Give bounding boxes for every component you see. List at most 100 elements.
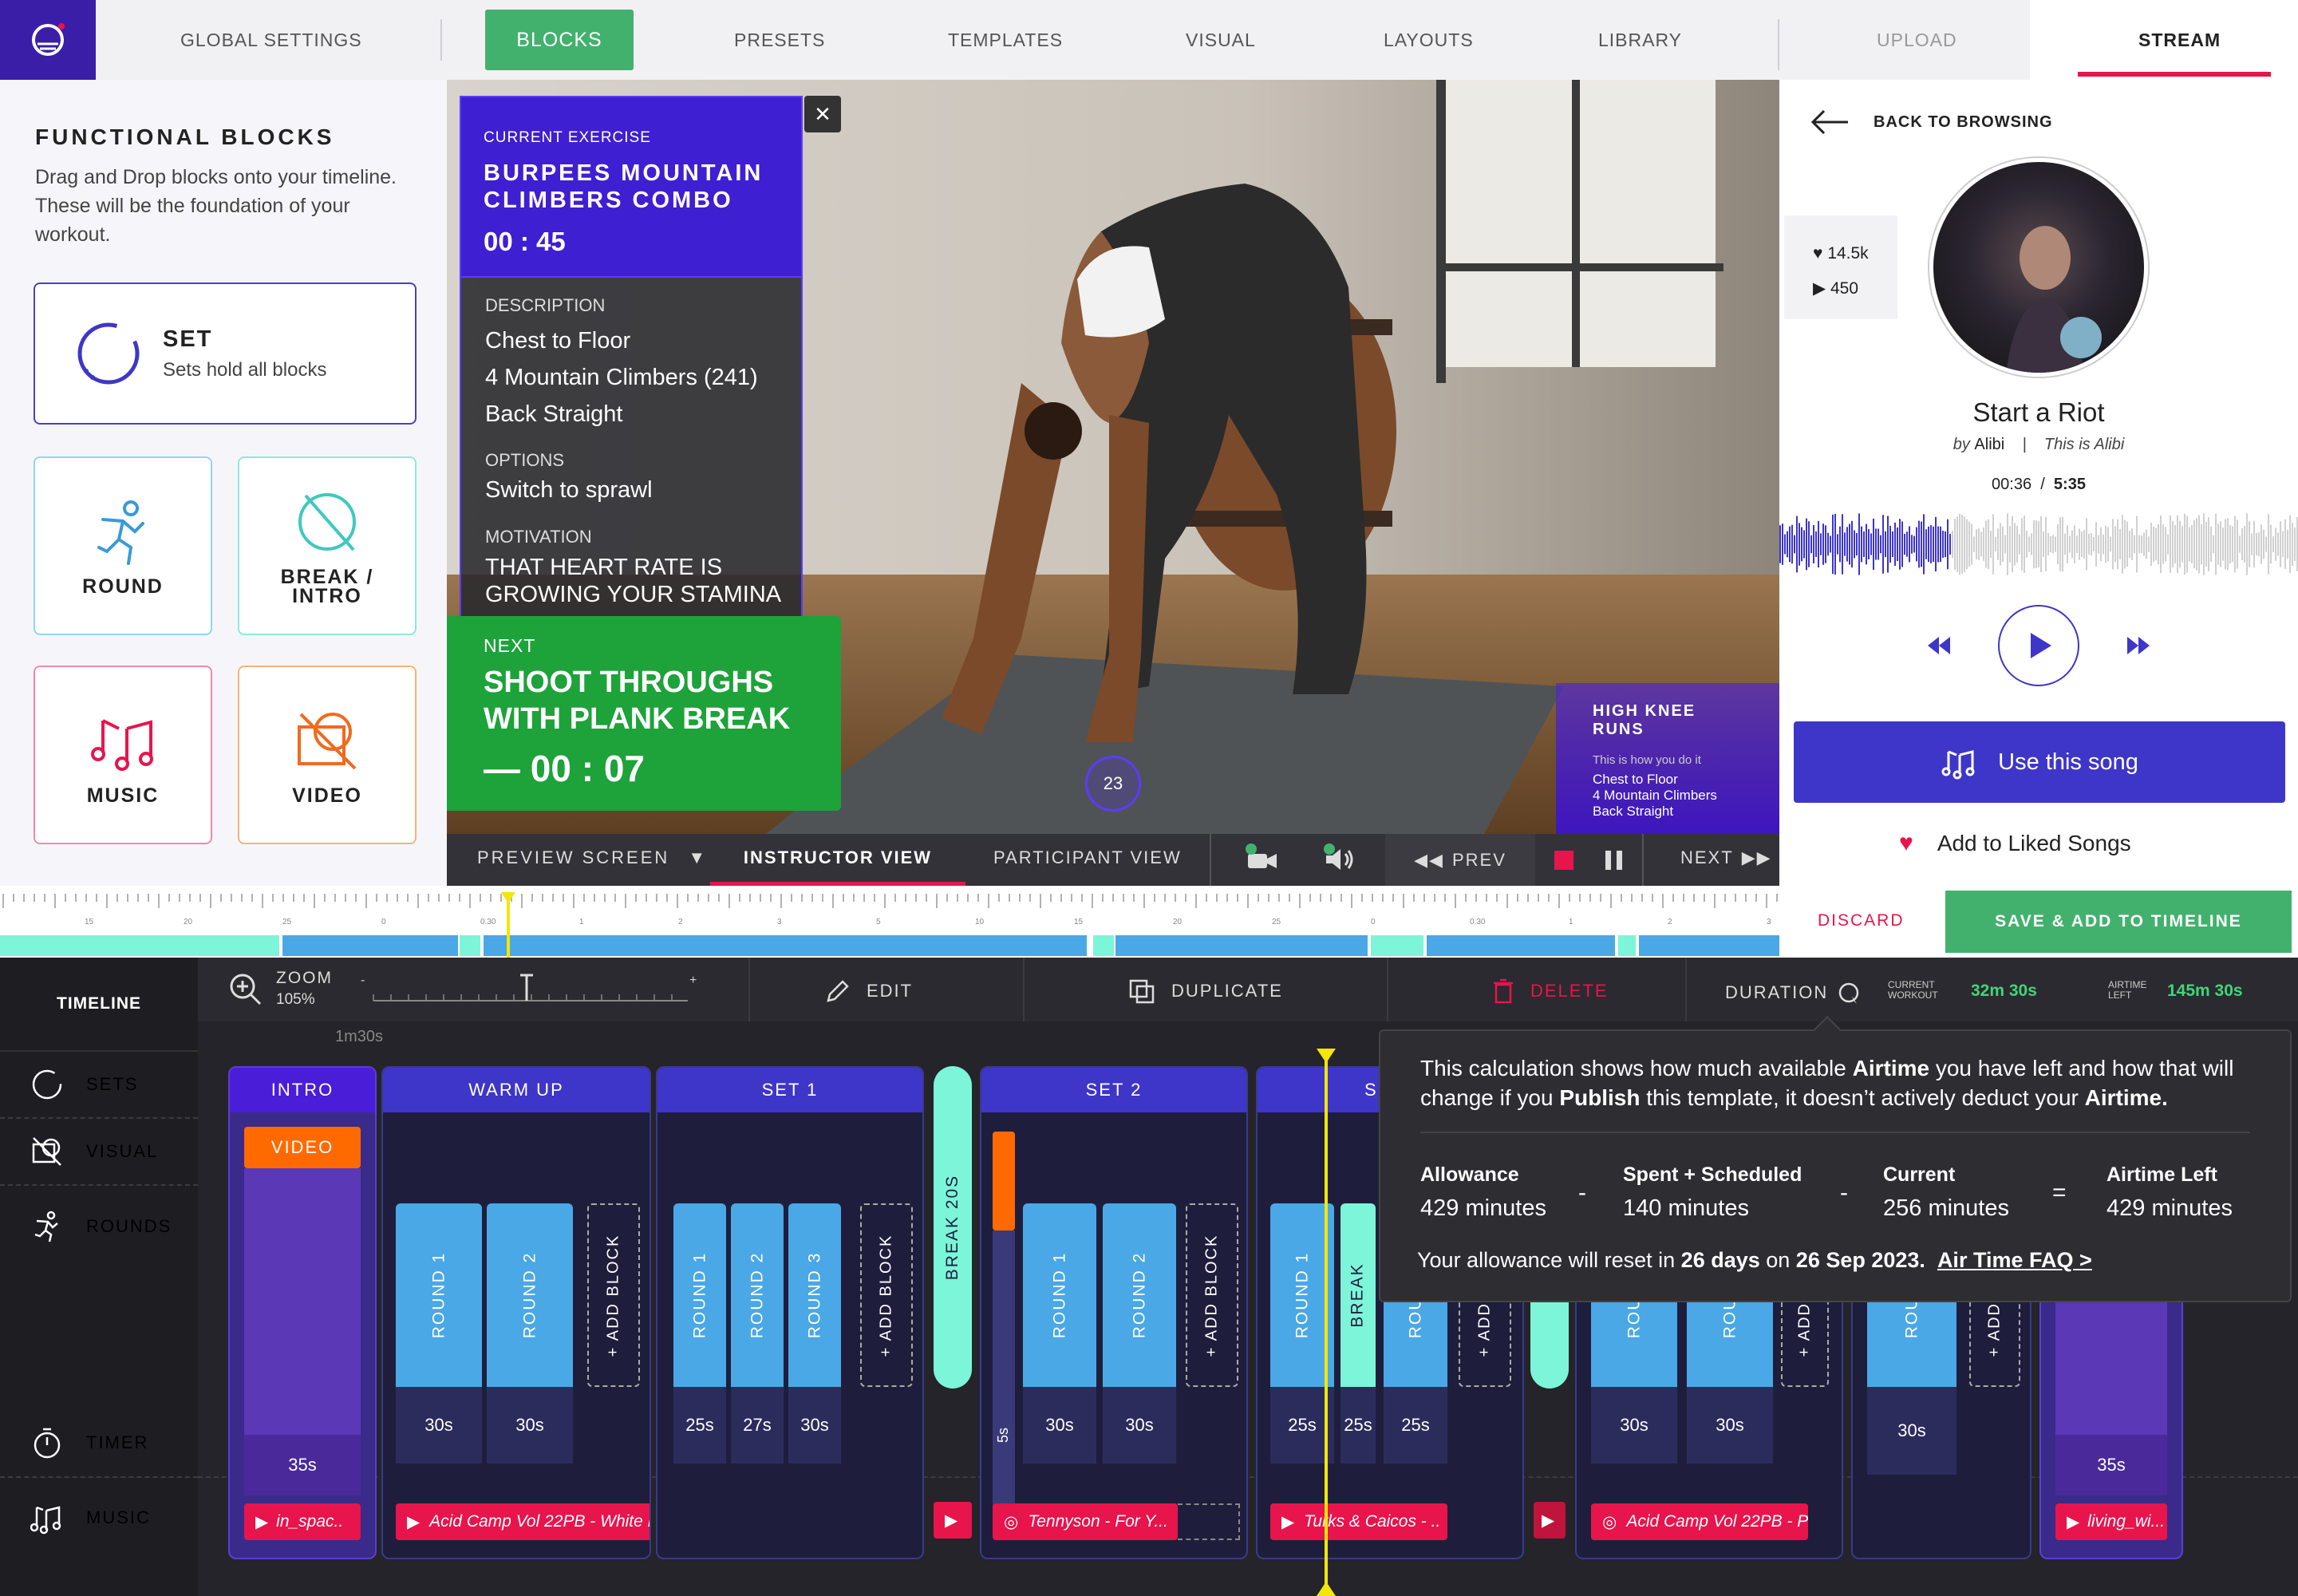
add-to-liked-songs[interactable]: ♥ Add to Liked Songs: [1899, 830, 2131, 857]
track-visual[interactable]: VISUAL: [0, 1119, 198, 1186]
zoom-slider[interactable]: [361, 972, 701, 1004]
warm-up-music-chip[interactable]: ▶Acid Camp Vol 22PB - White Moth.mp3: [396, 1503, 650, 1540]
music-chip[interactable]: ▶: [1534, 1502, 1566, 1539]
set-2-block[interactable]: SET 2 5s ROUND 1 ROUND 2 + ADD BLOCK 30s…: [980, 1066, 1248, 1559]
tab-upload[interactable]: UPLOAD: [1877, 0, 1957, 80]
nav-presets[interactable]: PRESETS: [734, 0, 825, 80]
intro-music-chip[interactable]: ▶ in_spac..: [244, 1503, 361, 1540]
pause-button[interactable]: [1604, 849, 1625, 871]
track-timer[interactable]: TIMER: [0, 1409, 198, 1478]
round-block[interactable]: ROUND 2: [731, 1203, 784, 1387]
airtime-faq-link[interactable]: Air Time FAQ >: [1937, 1248, 2092, 1272]
round-duration: 30s: [1867, 1387, 1956, 1475]
set-block-card[interactable]: SET Sets hold all blocks: [34, 282, 417, 425]
playhead-handle[interactable]: [1317, 1049, 1336, 1065]
round-block[interactable]: ROUND 1: [396, 1203, 482, 1387]
music-block-card[interactable]: MUSIC: [34, 666, 212, 844]
ruler-label: 25: [282, 918, 292, 926]
nav-blocks[interactable]: BLOCKS: [485, 10, 634, 70]
waveform-bar: [2239, 535, 2241, 553]
waveform-bar: [2043, 531, 2044, 557]
tab-instructor-view[interactable]: INSTRUCTOR VIEW: [710, 834, 965, 886]
back-to-browsing[interactable]: BACK TO BROWSING: [1874, 113, 2053, 132]
warm-up-block[interactable]: WARM UP ROUND 1 ROUND 2 + ADD BLOCK 30s …: [381, 1066, 651, 1559]
track-rounds[interactable]: ROUNDS: [0, 1186, 198, 1267]
skip-back-icon[interactable]: [1928, 635, 1952, 656]
duration-label[interactable]: DURATION: [1725, 982, 1860, 1004]
airtime-left-value: 145m 30s: [2167, 982, 2243, 1000]
nav-layouts[interactable]: LAYOUTS: [1384, 0, 1474, 80]
set-2-music-chip[interactable]: ◎ Tennyson - For Y...: [993, 1503, 1178, 1540]
edit-button[interactable]: EDIT: [825, 978, 913, 1004]
add-block-button[interactable]: + ADD BLOCK: [1186, 1203, 1238, 1387]
use-this-song-button[interactable]: Use this song: [1794, 721, 2285, 803]
options-label: OPTIONS: [485, 450, 565, 470]
waveform-bar: [2225, 519, 2226, 570]
zoom-minus[interactable]: -: [361, 974, 365, 988]
round-block[interactable]: ROUND 1: [673, 1203, 726, 1387]
stop-button[interactable]: [1554, 851, 1573, 870]
break-block[interactable]: BREAK 20S: [934, 1066, 972, 1389]
round-block[interactable]: ROUND 2: [1103, 1203, 1176, 1387]
ruler-segment: [1639, 935, 1779, 956]
nav-templates[interactable]: TEMPLATES: [948, 0, 1063, 80]
round-block[interactable]: ROUND 2: [487, 1203, 573, 1387]
arrow-left-icon[interactable]: [1810, 109, 1850, 136]
artist-name[interactable]: Alibi: [1974, 436, 2004, 453]
video-chip[interactable]: [993, 1132, 1015, 1231]
video-block-card[interactable]: VIDEO: [238, 666, 417, 844]
discard-button[interactable]: DISCARD: [1818, 911, 1905, 930]
duplicate-button[interactable]: DUPLICATE: [1128, 978, 1283, 1004]
track-music[interactable]: MUSIC: [0, 1478, 198, 1558]
camera-icon[interactable]: [1245, 843, 1280, 875]
waveform-bar: [2009, 526, 2011, 563]
minus-sign: -: [1840, 1179, 1848, 1206]
track-sets[interactable]: SETS: [0, 1052, 198, 1119]
skip-forward-icon[interactable]: [2126, 635, 2150, 656]
intro-video-chip[interactable]: VIDEO: [244, 1127, 361, 1168]
preview-screen-dropdown[interactable]: PREVIEW SCREEN ▼: [477, 847, 708, 868]
waveform-bar: [2074, 525, 2075, 563]
break-music-chip[interactable]: ▶: [934, 1502, 972, 1539]
album-name[interactable]: This is Alibi: [2044, 436, 2124, 453]
outro-music-chip[interactable]: ▶ living_wi...: [2055, 1503, 2167, 1540]
round-block-card[interactable]: ROUND: [34, 456, 212, 635]
round-block[interactable]: ROUND 1: [1023, 1203, 1096, 1387]
next-button[interactable]: NEXT ▶▶: [1680, 847, 1772, 868]
close-icon[interactable]: ✕: [804, 96, 841, 132]
waveform-bar: [2229, 524, 2231, 564]
nav-visual[interactable]: VISUAL: [1186, 0, 1256, 80]
waveform-scrubber[interactable]: [1779, 508, 2298, 581]
set-1-block[interactable]: SET 1 ROUND 1 ROUND 2 ROUND 3 + ADD BLOC…: [656, 1066, 924, 1559]
motivation-text: THAT HEART RATE IS GROWING YOUR STAMINA: [485, 555, 782, 607]
play-button[interactable]: [1998, 605, 2079, 686]
ruler-playhead[interactable]: [501, 892, 515, 903]
nav-global-settings[interactable]: GLOBAL SETTINGS: [180, 0, 362, 80]
waveform-bar: [1959, 513, 1960, 575]
tab-stream[interactable]: STREAM: [2138, 0, 2221, 80]
set-3-music-chip[interactable]: ▶ Turks & Caicos - ..: [1270, 1503, 1447, 1540]
add-block-button[interactable]: + ADD BLOCK: [587, 1203, 640, 1387]
save-add-to-timeline-button[interactable]: SAVE & ADD TO TIMELINE: [1945, 891, 2292, 953]
playhead-line[interactable]: [1325, 1050, 1328, 1596]
timeline-ruler[interactable]: 15 20 25 0 0.30 1 2 3 5 10 15 20 25 0 0.30 1 2 3: [0, 886, 1779, 958]
zoom-plus[interactable]: +: [689, 974, 697, 988]
exercise-counter: 23: [1085, 756, 1141, 812]
break-round-block[interactable]: BREAK: [1340, 1203, 1376, 1387]
volume-icon[interactable]: [1321, 843, 1356, 875]
intro-block[interactable]: INTRO VIDEO 35s ▶ in_spac..: [228, 1066, 377, 1559]
add-block-button[interactable]: + ADD BLOCK: [860, 1203, 913, 1387]
break-block-card[interactable]: BREAK / INTRO: [238, 456, 417, 635]
delete-button[interactable]: DELETE: [1492, 978, 1609, 1004]
set-4-music-chip[interactable]: ◎Acid Camp Vol 22PB - Pecking Duck: [1591, 1503, 1808, 1540]
prev-button[interactable]: ◀◀ PREV: [1385, 834, 1535, 886]
waveform-bar: [2189, 527, 2190, 562]
tab-participant-view[interactable]: PARTICIPANT VIEW: [993, 847, 1182, 868]
app-logo[interactable]: [0, 0, 96, 80]
ruler-label: 1: [579, 918, 584, 926]
waveform-bar: [2059, 517, 2061, 571]
zoom-icon[interactable]: [228, 972, 263, 1007]
waveform-bar: [2038, 521, 2039, 567]
round-block[interactable]: ROUND 3: [788, 1203, 841, 1387]
nav-library[interactable]: LIBRARY: [1598, 0, 1682, 80]
